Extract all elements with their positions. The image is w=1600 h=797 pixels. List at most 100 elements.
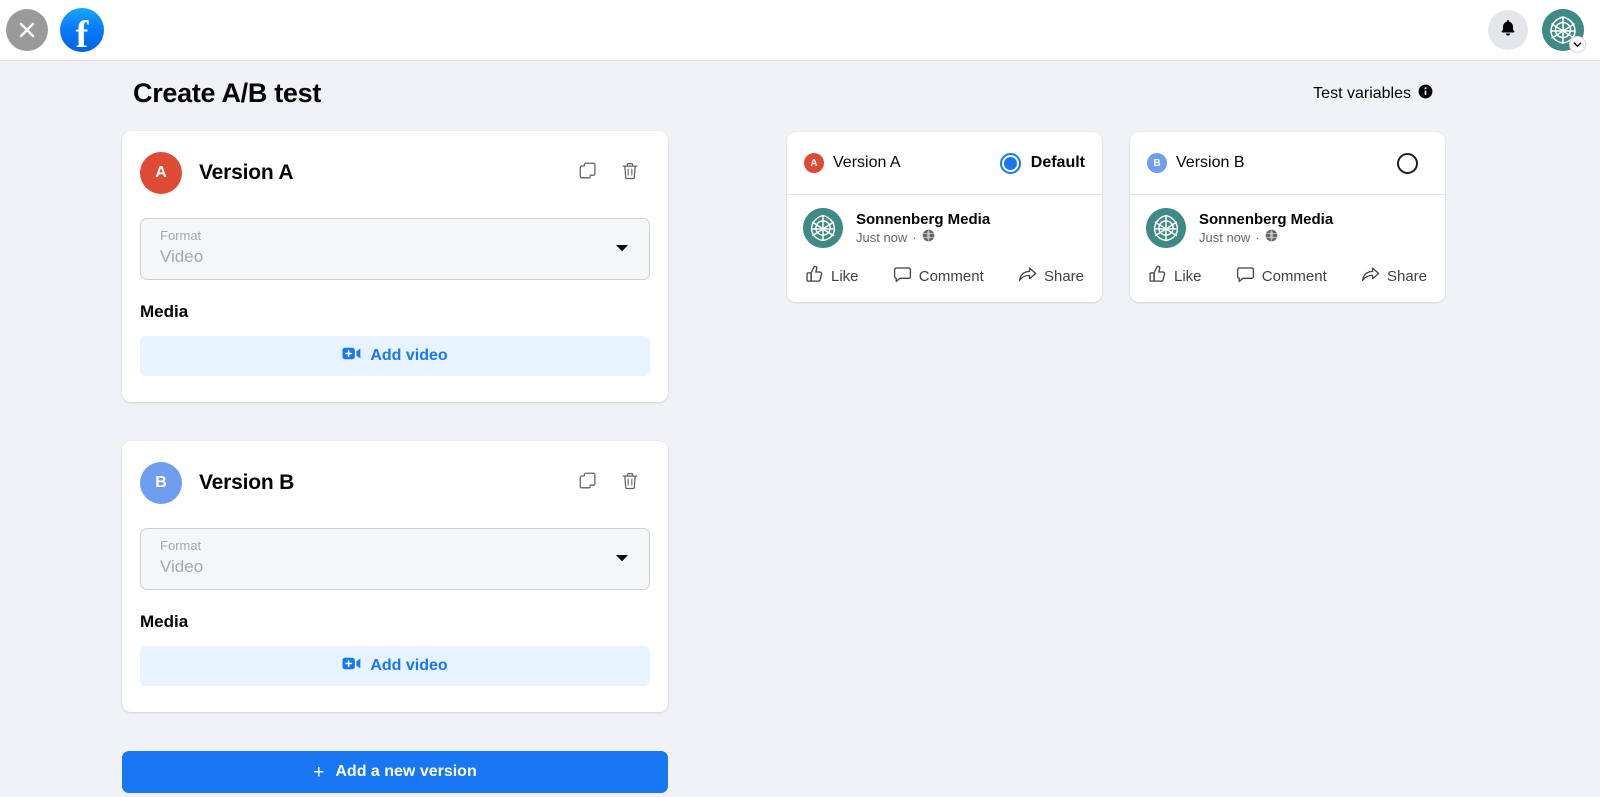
- default-label: Default: [1030, 154, 1085, 171]
- comment-button-b[interactable]: Comment: [1236, 265, 1327, 288]
- thumbs-up-icon: [1148, 265, 1167, 288]
- sonnenberg-logo-icon: [803, 208, 843, 248]
- radio-button-selected[interactable]: [999, 152, 1021, 174]
- post-author-b: Sonnenberg Media Just now ·: [1146, 208, 1429, 248]
- preview-version-label-a: Version A: [833, 154, 901, 171]
- format-select-b[interactable]: Format Video: [140, 528, 650, 590]
- add-new-version-button[interactable]: + Add a new version: [122, 751, 668, 793]
- test-variables-label: Test variables: [1313, 84, 1411, 102]
- version-card-b: B Version B Format Video Media Add video: [122, 441, 668, 712]
- delete-version-button[interactable]: [618, 161, 642, 185]
- bell-icon: [1498, 18, 1518, 43]
- page-name-b: Sonnenberg Media: [1199, 210, 1334, 228]
- share-button-a[interactable]: Share: [1018, 265, 1084, 288]
- globe-icon: [922, 229, 935, 247]
- version-badge-a: A: [140, 152, 182, 194]
- add-video-label: Add video: [370, 657, 448, 674]
- sonnenberg-logo-icon: [1146, 208, 1186, 248]
- close-button[interactable]: [6, 9, 48, 51]
- post-meta-a: Sonnenberg Media Just now ·: [856, 210, 990, 247]
- post-meta-b: Sonnenberg Media Just now ·: [1199, 210, 1333, 247]
- comment-label: Comment: [918, 268, 984, 285]
- plus-icon: +: [313, 761, 325, 783]
- trash-icon: [620, 161, 640, 186]
- version-card-actions: [576, 471, 650, 495]
- version-card-header: B Version B: [140, 461, 650, 505]
- version-title-a: Version A: [199, 161, 294, 184]
- media-section-label-b: Media: [140, 612, 189, 631]
- share-button-b[interactable]: Share: [1361, 265, 1427, 288]
- preview-header-a: A Version A Default: [787, 132, 1102, 195]
- previews-column: A Version A Default Sonnenberg Media Jus…: [787, 132, 1445, 302]
- preview-card-b: B Version B Sonnenberg Media Just now · …: [1130, 132, 1445, 302]
- comment-label: Comment: [1261, 268, 1327, 285]
- format-select-a[interactable]: Format Video: [140, 218, 650, 280]
- page-header: Create A/B test Test variables: [133, 78, 1433, 109]
- default-radio-b[interactable]: [1397, 152, 1428, 174]
- add-new-version-label: Add a new version: [335, 763, 477, 780]
- timestamp-text: Just now: [1199, 229, 1251, 245]
- page-avatar: [1146, 208, 1186, 248]
- top-bar-right-actions: [1488, 9, 1586, 53]
- preview-header-b: B Version B: [1130, 132, 1445, 195]
- info-icon[interactable]: [1418, 84, 1433, 104]
- version-card-actions: [576, 161, 650, 185]
- close-icon: [17, 20, 37, 40]
- version-badge-letter: A: [155, 164, 167, 181]
- version-card-a: A Version A Format Video Media Add video: [122, 131, 668, 402]
- timestamp-separator: ·: [912, 229, 917, 245]
- add-video-label: Add video: [370, 347, 448, 364]
- format-select-label: Format: [160, 228, 202, 243]
- comment-button-a[interactable]: Comment: [893, 265, 984, 288]
- post-timestamp-a: Just now ·: [856, 229, 990, 247]
- share-arrow-icon: [1018, 265, 1037, 288]
- delete-version-button[interactable]: [618, 471, 642, 495]
- facebook-logo-icon[interactable]: f: [60, 8, 104, 52]
- add-video-button-b[interactable]: Add video: [140, 646, 650, 686]
- page-content: Create A/B test Test variables A Version…: [0, 61, 1600, 797]
- version-title-b: Version B: [199, 471, 295, 494]
- like-button-b[interactable]: Like: [1148, 265, 1202, 288]
- version-card-header: A Version A: [140, 151, 650, 195]
- radio-button-unselected[interactable]: [1397, 152, 1418, 174]
- duplicate-version-button[interactable]: [576, 161, 600, 185]
- post-author-a: Sonnenberg Media Just now ·: [803, 208, 1086, 248]
- chevron-down-icon: [615, 240, 629, 258]
- duplicate-version-button[interactable]: [576, 471, 600, 495]
- share-label: Share: [1386, 268, 1427, 285]
- like-button-a[interactable]: Like: [805, 265, 859, 288]
- chevron-down-icon: [1569, 36, 1586, 53]
- test-variables-link[interactable]: Test variables: [1313, 84, 1433, 104]
- comment-bubble-icon: [893, 265, 912, 288]
- add-video-button-a[interactable]: Add video: [140, 336, 650, 376]
- post-actions-a: Like Comment Share: [803, 265, 1086, 288]
- page-title: Create A/B test: [133, 78, 322, 108]
- preview-badge-b: B: [1147, 153, 1167, 173]
- share-arrow-icon: [1361, 265, 1380, 288]
- preview-card-a: A Version A Default Sonnenberg Media Jus…: [787, 132, 1102, 302]
- facebook-logo-letter: f: [75, 14, 89, 52]
- timestamp-text: Just now: [856, 229, 908, 245]
- version-badge-b: B: [140, 462, 182, 504]
- globe-icon: [1265, 229, 1278, 247]
- copy-icon: [578, 471, 598, 496]
- format-select-value: Video: [160, 557, 204, 576]
- preview-badge-letter: B: [1153, 157, 1161, 169]
- timestamp-separator: ·: [1255, 229, 1260, 245]
- preview-body-a: Sonnenberg Media Just now · Like Comment…: [787, 195, 1102, 302]
- page-avatar: [803, 208, 843, 248]
- preview-badge-letter: A: [810, 157, 818, 169]
- like-label: Like: [1174, 268, 1202, 285]
- default-radio-a[interactable]: Default: [999, 152, 1085, 174]
- account-menu-button[interactable]: [1542, 9, 1586, 53]
- notifications-button[interactable]: [1488, 10, 1528, 50]
- version-badge-letter: B: [155, 474, 167, 491]
- thumbs-up-icon: [805, 265, 824, 288]
- post-timestamp-b: Just now ·: [1199, 229, 1333, 247]
- chevron-down-icon: [615, 550, 629, 568]
- video-plus-icon: [342, 346, 361, 366]
- copy-icon: [578, 161, 598, 186]
- preview-version-label-b: Version B: [1176, 154, 1245, 171]
- format-select-value: Video: [160, 247, 204, 266]
- preview-body-b: Sonnenberg Media Just now · Like Comment…: [1130, 195, 1445, 302]
